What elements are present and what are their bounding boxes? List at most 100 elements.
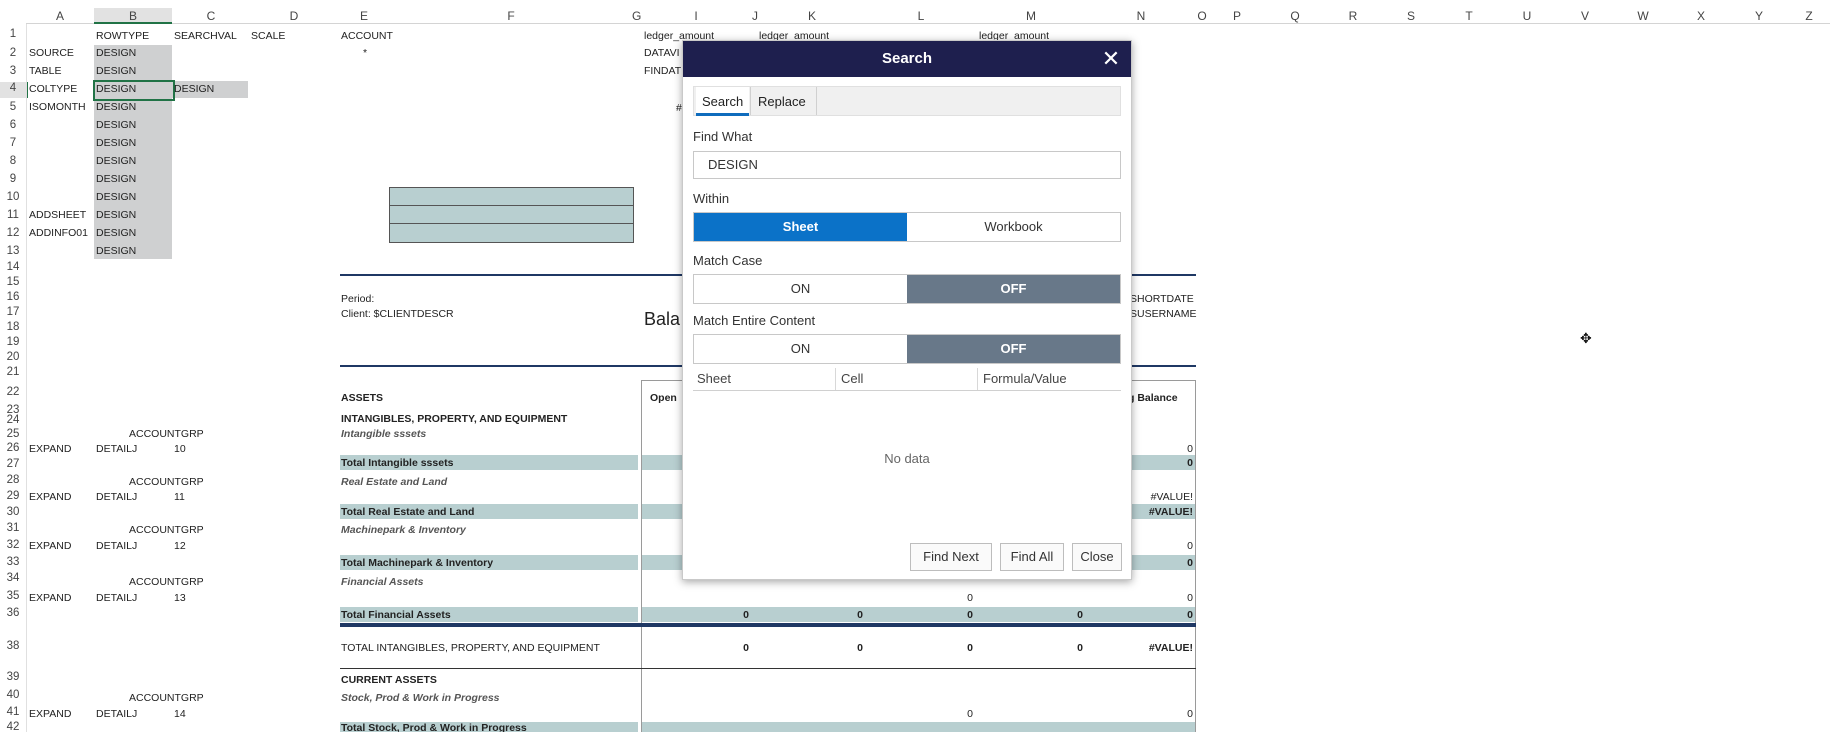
row-header[interactable]: 7 — [0, 137, 26, 149]
cell-open-header[interactable]: Open — [650, 392, 677, 404]
cell-detailj[interactable]: DETAILJ — [96, 540, 137, 552]
cell-design[interactable]: DESIGN — [96, 119, 136, 131]
cell-client[interactable]: Client: $CLIENTDESCR — [341, 308, 454, 320]
row-header[interactable]: 22 — [0, 386, 26, 398]
cell-stock[interactable]: Stock, Prod & Work in Progress — [341, 692, 500, 704]
col-header-z[interactable]: Z — [1788, 8, 1830, 24]
cell-findat[interactable]: FINDAT — [644, 65, 681, 77]
row-header[interactable]: 24 — [0, 414, 26, 426]
cell-accountgrp[interactable]: ACCOUNTGRP — [129, 576, 204, 588]
tab-replace[interactable]: Replace — [752, 87, 812, 116]
col-header-t[interactable]: T — [1440, 8, 1498, 24]
cell-current-assets[interactable]: CURRENT ASSETS — [341, 674, 437, 686]
cell-real-estate[interactable]: Real Estate and Land — [341, 476, 447, 488]
row-header[interactable]: 10 — [0, 191, 26, 203]
cell-code[interactable]: 14 — [174, 708, 186, 720]
cell-design[interactable]: DESIGN — [96, 173, 136, 185]
row-header[interactable]: 30 — [0, 506, 26, 518]
cell-expand[interactable]: EXPAND — [29, 540, 71, 552]
col-header-q[interactable]: Q — [1266, 8, 1324, 24]
cell-code[interactable]: 10 — [174, 443, 186, 455]
cell-value[interactable]: 0 — [1160, 457, 1193, 469]
col-header-b[interactable]: B — [94, 8, 172, 24]
row-header[interactable]: 14 — [0, 261, 26, 273]
col-header-y[interactable]: Y — [1730, 8, 1788, 24]
cell-expand[interactable]: EXPAND — [29, 491, 71, 503]
col-header-a[interactable]: A — [26, 8, 94, 24]
within-sheet-option[interactable]: Sheet — [694, 213, 907, 241]
results-header-formula[interactable]: Formula/Value — [983, 371, 1067, 386]
cell-coltype[interactable]: COLTYPE — [29, 83, 77, 95]
cell-username[interactable]: SUSERNAME — [1130, 308, 1197, 320]
row-header[interactable]: 3 — [0, 65, 26, 77]
cell-value[interactable]: 0 — [940, 708, 973, 720]
cell-design[interactable]: DESIGN — [96, 83, 136, 95]
col-header-w[interactable]: W — [1614, 8, 1672, 24]
row-header[interactable]: 11 — [0, 209, 26, 221]
cell-searchval[interactable]: SEARCHVAL — [174, 30, 237, 42]
cell-intangible-assets[interactable]: Intangible sssets — [341, 428, 426, 440]
cell-scale[interactable]: SCALE — [251, 30, 285, 42]
match-case-off[interactable]: OFF — [907, 275, 1120, 303]
col-header-o[interactable]: O — [1196, 8, 1208, 24]
row-header[interactable]: 15 — [0, 276, 26, 288]
cell-detailj[interactable]: DETAILJ — [96, 592, 137, 604]
cell-value[interactable]: 0 — [830, 642, 863, 654]
find-next-button[interactable]: Find Next — [910, 543, 992, 571]
cell-accountgrp[interactable]: ACCOUNTGRP — [129, 476, 204, 488]
cell-value[interactable]: 0 — [1160, 609, 1193, 621]
cell-assets[interactable]: ASSETS — [341, 392, 383, 404]
cell-value[interactable]: 0 — [1160, 540, 1193, 552]
cell-value[interactable]: 0 — [716, 609, 749, 621]
cell-design[interactable]: DESIGN — [96, 155, 136, 167]
row-header[interactable]: 19 — [0, 336, 26, 348]
row-header[interactable]: 42 — [0, 721, 26, 733]
row-header[interactable]: 1 — [0, 28, 26, 40]
col-header-m[interactable]: M — [976, 8, 1086, 24]
cell-isomonth[interactable]: ISOMONTH — [29, 101, 86, 113]
row-header[interactable]: 26 — [0, 442, 26, 454]
row-header[interactable]: 40 — [0, 689, 26, 701]
row-header[interactable]: 4 — [0, 82, 28, 98]
cell-end-balance-header[interactable]: g Balance — [1128, 392, 1178, 404]
find-what-input[interactable]: DESIGN — [693, 151, 1121, 179]
cell-accountgrp[interactable]: ACCOUNTGRP — [129, 524, 204, 536]
cell-value[interactable]: 0 — [940, 609, 973, 621]
cell-total-machinepark[interactable]: Total Machinepark & Inventory — [341, 557, 493, 569]
cell-value[interactable]: 0 — [1160, 592, 1193, 604]
col-header-g[interactable]: G — [632, 8, 641, 24]
row-header[interactable]: 33 — [0, 556, 26, 568]
cell-hash[interactable]: # — [676, 102, 682, 114]
row-header[interactable]: 13 — [0, 245, 26, 257]
cell-financial[interactable]: Financial Assets — [341, 576, 423, 588]
row-header[interactable]: 6 — [0, 119, 26, 131]
cell-intangibles-header[interactable]: INTANGIBLES, PROPERTY, AND EQUIPMENT — [341, 413, 567, 425]
cell-rowtype[interactable]: ROWTYPE — [96, 30, 149, 42]
cell-addsheet[interactable]: ADDSHEET — [29, 209, 86, 221]
cell-design[interactable]: DESIGN — [96, 47, 136, 59]
within-workbook-option[interactable]: Workbook — [907, 213, 1120, 241]
cell-design[interactable]: DESIGN — [96, 245, 136, 257]
cell-accountgrp[interactable]: ACCOUNTGRP — [129, 428, 204, 440]
cell-design[interactable]: DESIGN — [96, 65, 136, 77]
row-header[interactable]: 16 — [0, 291, 26, 303]
cell-value[interactable]: 0 — [1160, 443, 1193, 455]
cell-period[interactable]: Period: — [341, 293, 374, 305]
row-header[interactable]: 31 — [0, 522, 26, 534]
col-header-v[interactable]: V — [1556, 8, 1614, 24]
col-header-c[interactable]: C — [172, 8, 250, 24]
cell-code[interactable]: 12 — [174, 540, 186, 552]
row-header[interactable]: 39 — [0, 671, 26, 683]
cell-total-real-estate[interactable]: Total Real Estate and Land — [341, 506, 474, 518]
row-header[interactable]: 2 — [0, 47, 26, 59]
cell-value-error[interactable]: #VALUE! — [1140, 506, 1193, 518]
row-header[interactable]: 9 — [0, 173, 26, 185]
tab-search[interactable]: Search — [696, 87, 750, 116]
row-header[interactable]: 32 — [0, 539, 26, 551]
row-header[interactable]: 25 — [0, 428, 26, 440]
cell-design[interactable]: DESIGN — [96, 227, 136, 239]
row-header[interactable]: 5 — [0, 101, 26, 113]
cell-expand[interactable]: EXPAND — [29, 592, 71, 604]
cell-detailj[interactable]: DETAILJ — [96, 708, 137, 720]
cell-machinepark[interactable]: Machinepark & Inventory — [341, 524, 466, 536]
